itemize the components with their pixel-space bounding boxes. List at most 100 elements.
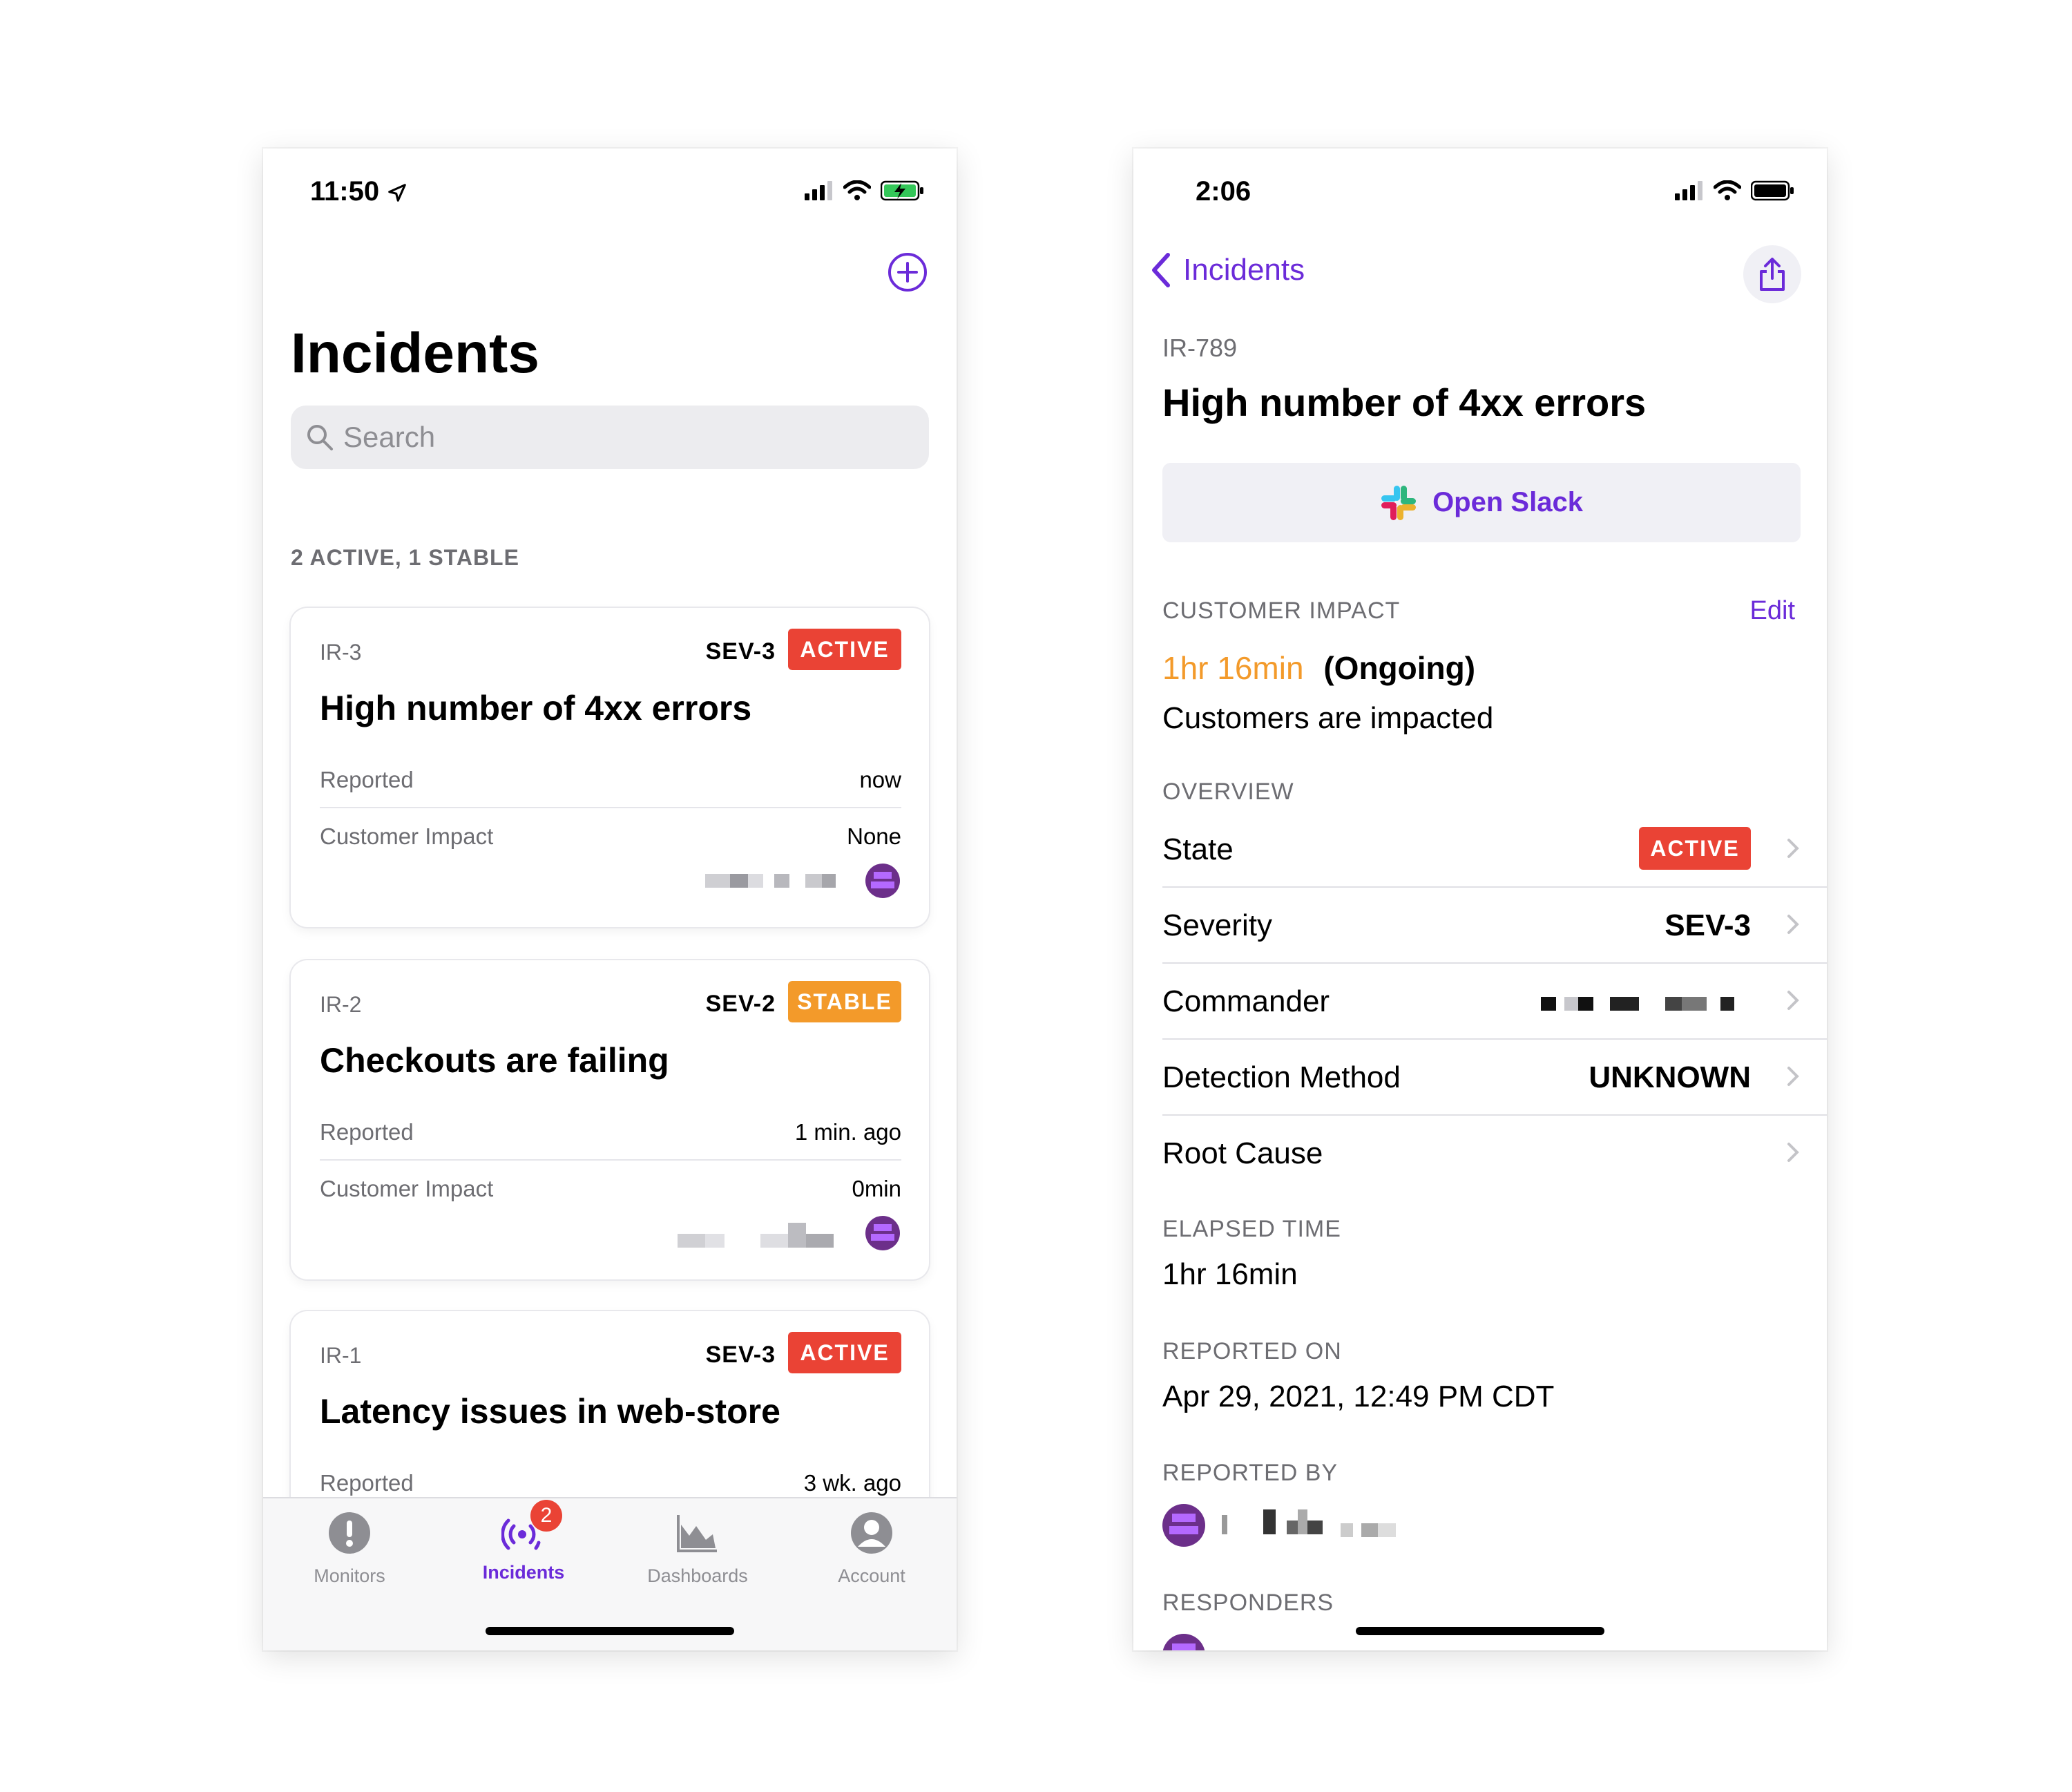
customer-impact-label: Customer Impact <box>320 823 494 849</box>
battery-charging-icon <box>881 180 923 201</box>
reported-by-header: REPORTED BY <box>1162 1460 1339 1486</box>
add-incident-button[interactable] <box>888 252 928 292</box>
incident-title: Checkouts are failing <box>320 1041 669 1080</box>
exclamation-circle-icon <box>329 1512 370 1554</box>
search-icon <box>307 425 333 450</box>
incident-card-ir-2[interactable]: IR-2 SEV-2 STABLE Checkouts are failing … <box>291 960 929 1279</box>
divider <box>320 807 901 808</box>
impact-duration: 1hr 16min <box>1162 650 1304 686</box>
person-circle-icon <box>851 1512 892 1554</box>
overview-row-commander[interactable]: Commander <box>1133 964 1827 1040</box>
overview-row-root-cause[interactable]: Root Cause <box>1133 1116 1827 1192</box>
reporter-avatar <box>1162 1504 1205 1547</box>
state-badge: ACTIVE <box>1639 827 1751 870</box>
incidents-list-screen: 11:50 Incidents Search 2 ACTIVE, 1 STABL… <box>263 149 957 1650</box>
customer-impact-header: CUSTOMER IMPACT <box>1162 598 1401 624</box>
status-icons <box>1675 180 1795 201</box>
incident-id: IR-2 <box>320 992 362 1017</box>
incident-title: High number of 4xx errors <box>1162 381 1647 424</box>
row-label: Commander <box>1162 984 1330 1018</box>
search-field[interactable]: Search <box>291 406 929 469</box>
share-button[interactable] <box>1743 245 1801 303</box>
tab-account[interactable]: Account <box>785 1511 957 1587</box>
incident-title: Latency issues in web-store <box>320 1392 780 1431</box>
open-slack-button[interactable]: Open Slack <box>1162 463 1801 542</box>
overview-row-detection-method[interactable]: Detection Method UNKNOWN <box>1133 1040 1827 1116</box>
incident-detail-screen: 2:06 Incidents IR-789 High number of 4xx… <box>1133 149 1827 1650</box>
status-time: 11:50 <box>310 176 407 207</box>
tab-label: Dashboards <box>647 1565 748 1586</box>
back-label: Incidents <box>1183 253 1305 287</box>
cellular-signal-icon <box>805 181 832 200</box>
home-indicator <box>1356 1627 1604 1635</box>
row-value: SEV-3 <box>1665 908 1751 942</box>
elapsed-time-value: 1hr 16min <box>1162 1257 1298 1291</box>
customer-impact-value: None <box>847 823 901 849</box>
page-title: Incidents <box>291 322 539 385</box>
impact-duration-line: 1hr 16min (Ongoing) <box>1162 649 1475 687</box>
chevron-right-icon <box>1787 1067 1799 1086</box>
row-label: Detection Method <box>1162 1060 1401 1094</box>
battery-icon <box>1751 180 1794 201</box>
chevron-right-icon <box>1787 991 1799 1010</box>
status-badge: ACTIVE <box>788 1332 901 1373</box>
reported-value: 1 min. ago <box>794 1119 901 1145</box>
chevron-left-icon <box>1152 253 1170 287</box>
customer-impact-label: Customer Impact <box>320 1176 494 1201</box>
location-arrow-icon <box>388 184 407 202</box>
tab-bar: Monitors 2 Incidents Dashboards Account <box>263 1497 957 1650</box>
status-time: 2:06 <box>1196 176 1251 207</box>
status-badge: ACTIVE <box>788 629 901 670</box>
section-header: 2 ACTIVE, 1 STABLE <box>291 545 519 570</box>
impact-state: (Ongoing) <box>1323 650 1476 686</box>
reported-label: Reported <box>320 1470 414 1496</box>
overview-row-state[interactable]: State ACTIVE <box>1133 812 1827 888</box>
tab-label: Incidents <box>482 1562 565 1583</box>
share-icon <box>1760 258 1785 291</box>
tab-incidents[interactable]: 2 Incidents <box>437 1500 610 1583</box>
row-label: Root Cause <box>1162 1136 1323 1170</box>
reported-value: 3 wk. ago <box>803 1470 901 1496</box>
overview-header: OVERVIEW <box>1162 779 1294 805</box>
severity-label: SEV-2 <box>705 991 776 1017</box>
chevron-right-icon <box>1787 915 1799 934</box>
row-label: State <box>1162 832 1234 866</box>
row-value: UNKNOWN <box>1589 1060 1751 1094</box>
reported-label: Reported <box>320 767 414 792</box>
tab-dashboards[interactable]: Dashboards <box>611 1511 784 1587</box>
search-placeholder: Search <box>343 421 436 453</box>
responder-avatar <box>1162 1634 1205 1650</box>
incident-card-ir-3[interactable]: IR-3 SEV-3 ACTIVE High number of 4xx err… <box>291 608 929 927</box>
avatar <box>865 864 900 898</box>
status-badge: STABLE <box>788 981 901 1022</box>
home-indicator <box>486 1627 734 1635</box>
slack-icon <box>1381 485 1417 520</box>
row-label: Severity <box>1162 908 1272 942</box>
reported-label: Reported <box>320 1119 414 1145</box>
area-chart-icon <box>677 1515 717 1552</box>
back-button[interactable]: Incidents <box>1149 252 1305 288</box>
cellular-signal-icon <box>1675 181 1702 200</box>
incident-title: High number of 4xx errors <box>320 689 752 727</box>
avatar <box>865 1216 900 1250</box>
edit-impact-button[interactable]: Edit <box>1750 596 1795 626</box>
chevron-right-icon <box>1787 839 1799 858</box>
severity-label: SEV-3 <box>705 638 776 665</box>
open-slack-label: Open Slack <box>1432 487 1583 517</box>
chevron-right-icon <box>1787 1143 1799 1162</box>
customer-impact-value: 0min <box>852 1176 901 1201</box>
impact-description: Customers are impacted <box>1162 701 1494 735</box>
status-icons <box>805 180 925 201</box>
overview-row-severity[interactable]: Severity SEV-3 <box>1133 888 1827 964</box>
reported-on-header: REPORTED ON <box>1162 1338 1342 1364</box>
elapsed-time-header: ELAPSED TIME <box>1162 1216 1341 1242</box>
divider <box>320 1159 901 1161</box>
notification-badge: 2 <box>530 1500 562 1532</box>
incident-id: IR-3 <box>320 640 362 665</box>
reported-on-value: Apr 29, 2021, 12:49 PM CDT <box>1162 1380 1555 1413</box>
severity-label: SEV-3 <box>705 1342 776 1368</box>
wifi-icon <box>1714 180 1741 200</box>
incident-id: IR-789 <box>1162 334 1238 362</box>
reported-value: now <box>859 767 901 792</box>
tab-monitors[interactable]: Monitors <box>263 1511 436 1587</box>
